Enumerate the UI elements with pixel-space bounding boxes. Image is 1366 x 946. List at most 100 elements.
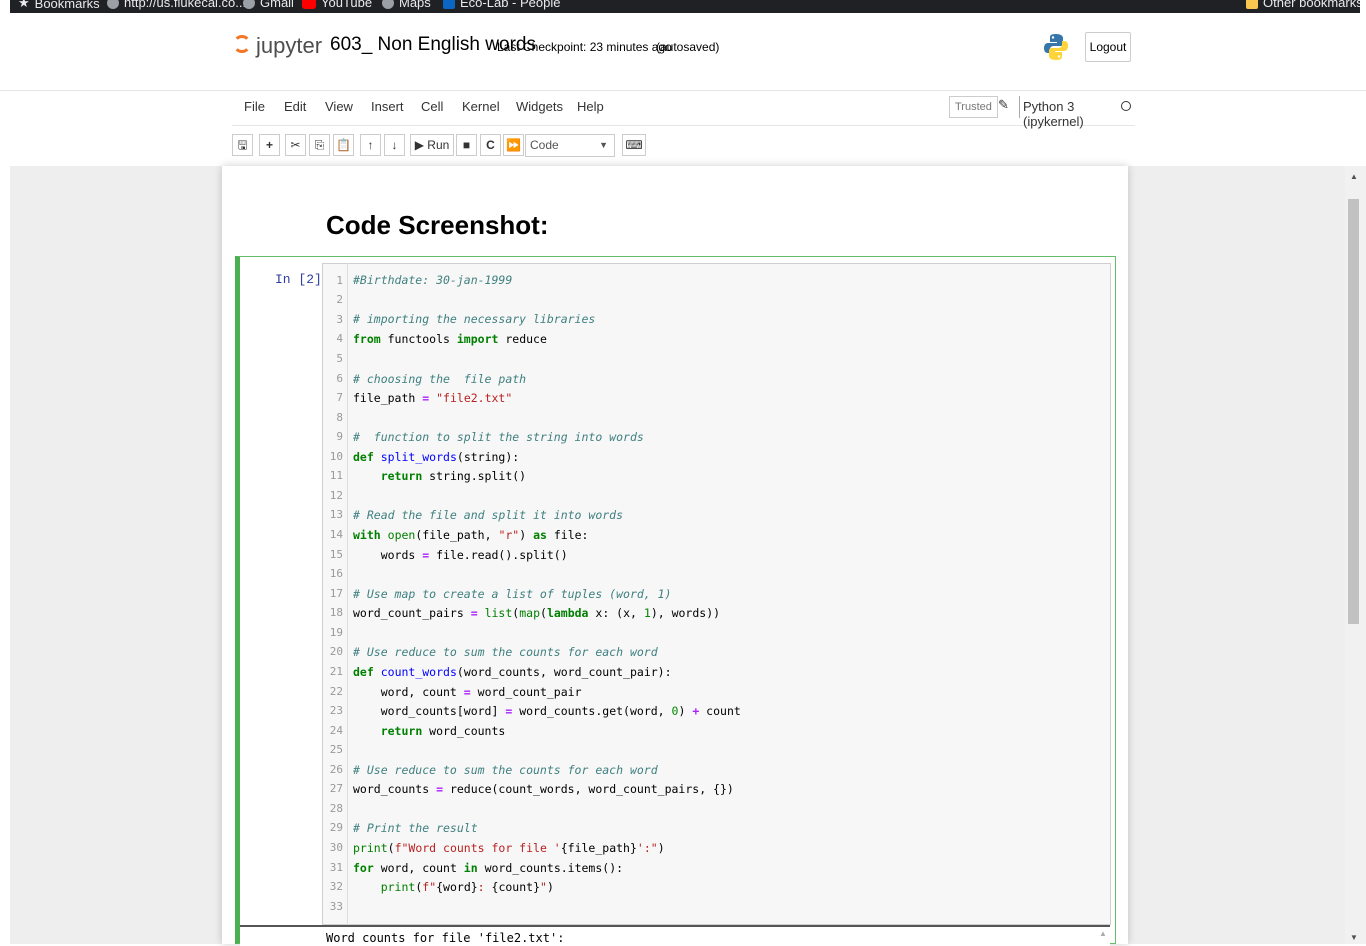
- globe-icon: [243, 0, 255, 9]
- line-number: 6: [336, 372, 343, 385]
- cell-output-text: Word counts for file 'file2.txt':: [326, 931, 565, 945]
- line-number: 9: [336, 430, 343, 443]
- globe-icon: [107, 0, 119, 9]
- line-number: 15: [329, 548, 343, 561]
- markdown-heading[interactable]: Code Screenshot:: [326, 210, 549, 241]
- line-number: 29: [329, 821, 343, 834]
- line-number: 3: [336, 313, 343, 326]
- bookmark-flukecal[interactable]: http://us.flukecal.co...: [107, 0, 246, 10]
- line-number: 28: [329, 802, 343, 815]
- bookmark-bookmarks[interactable]: ★ Bookmarks: [18, 0, 100, 11]
- line-number: 20: [329, 645, 343, 658]
- code-line: # Read the file and split it into words: [353, 508, 624, 522]
- pencil-icon[interactable]: ✎: [998, 97, 1009, 113]
- add-cell-icon[interactable]: +: [259, 134, 280, 156]
- line-number: 4: [336, 332, 343, 345]
- menu-widgets[interactable]: Widgets: [516, 99, 563, 114]
- code-line: return word_counts: [380, 724, 506, 738]
- line-number: 10: [329, 450, 343, 463]
- line-number: 7: [336, 391, 343, 404]
- folder-icon: [1246, 0, 1258, 9]
- code-line: words = file.read().split(): [353, 548, 568, 562]
- cut-icon[interactable]: ✂: [285, 134, 306, 156]
- trusted-indicator[interactable]: Trusted: [949, 96, 998, 118]
- run-icon: ▶: [414, 138, 424, 152]
- kernel-name[interactable]: Python 3 (ipykernel): [1023, 99, 1135, 129]
- code-line: # Use map to create a list of tuples (wo…: [353, 587, 672, 601]
- bookmark-label: Maps: [399, 0, 431, 10]
- code-line: with open(file_path, "r") as file:: [353, 528, 589, 542]
- line-number: 14: [329, 528, 343, 541]
- bookmark-other[interactable]: Other bookmarks: [1246, 0, 1360, 10]
- line-number: 22: [329, 685, 343, 698]
- code-line: return string.split(): [380, 469, 527, 483]
- output-scroll-up-icon[interactable]: ▲: [1099, 929, 1107, 938]
- copy-icon[interactable]: ⎘: [309, 134, 330, 156]
- code-line: # Use reduce to sum the counts for each …: [353, 763, 658, 777]
- logout-button[interactable]: Logout: [1085, 32, 1131, 62]
- code-line: # importing the necessary libraries: [353, 312, 596, 326]
- menu-help[interactable]: Help: [577, 99, 604, 114]
- bookmarks-bar: ★ Bookmarks http://us.flukecal.co... Gma…: [10, 0, 1360, 13]
- interrupt-icon[interactable]: ■: [456, 134, 477, 156]
- chevron-down-icon: ▼: [599, 140, 608, 150]
- line-number: 23: [329, 704, 343, 717]
- line-number: 1: [336, 274, 343, 287]
- bookmark-label: Eco-Lab - People: [460, 0, 561, 10]
- line-number: 16: [329, 567, 343, 580]
- run-label: Run: [427, 138, 450, 152]
- cell-type-select[interactable]: Code ▼: [525, 134, 615, 157]
- jupyter-logo-text[interactable]: jupyter: [256, 33, 322, 59]
- save-icon[interactable]: 🖫: [232, 134, 253, 156]
- bookmark-label: Gmail: [260, 0, 294, 10]
- code-line: # function to split the string into word…: [353, 430, 644, 444]
- code-line: word_counts[word] = word_counts.get(word…: [353, 704, 741, 718]
- code-line: word, count = word_count_pair: [353, 685, 582, 699]
- line-number: 5: [336, 352, 343, 365]
- bookmark-label: Bookmarks: [34, 0, 100, 11]
- line-number: 8: [336, 411, 343, 424]
- cell-type-value: Code: [530, 138, 559, 152]
- jupyter-logo-icon[interactable]: [233, 35, 251, 53]
- code-line: file_path = "file2.txt": [353, 391, 513, 405]
- run-button[interactable]: ▶ Run: [410, 134, 454, 156]
- bookmark-label: http://us.flukecal.co...: [124, 0, 247, 10]
- paste-icon[interactable]: 📋: [333, 134, 354, 156]
- line-number: 32: [329, 880, 343, 893]
- move-up-icon[interactable]: ↑: [360, 134, 381, 156]
- bookmark-maps[interactable]: Maps: [382, 0, 431, 10]
- code-line: # choosing the file path: [353, 372, 527, 386]
- menu-view[interactable]: View: [325, 99, 353, 114]
- line-number: 13: [329, 508, 343, 521]
- code-line: # Print the result: [353, 821, 478, 835]
- bookmark-youtube[interactable]: YouTube: [302, 0, 372, 10]
- line-number: 17: [329, 587, 343, 600]
- line-number: 30: [329, 841, 343, 854]
- scrollbar-thumb[interactable]: [1348, 199, 1359, 624]
- menu-cell[interactable]: Cell: [421, 99, 443, 114]
- bookmark-ecolab[interactable]: Eco-Lab - People: [443, 0, 560, 10]
- line-number: 2: [336, 293, 343, 306]
- menu-edit[interactable]: Edit: [284, 99, 306, 114]
- move-down-icon[interactable]: ↓: [384, 134, 405, 156]
- fast-forward-icon[interactable]: ⏩: [503, 134, 524, 156]
- code-line: def count_words(word_counts, word_count_…: [353, 665, 672, 679]
- menubar: File Edit View Insert Cell Kernel Widget…: [232, 90, 1135, 129]
- scroll-down-icon[interactable]: ▼: [1350, 933, 1358, 942]
- autosave-status: (autosaved): [656, 40, 720, 54]
- kernel-idle-icon: [1121, 101, 1131, 111]
- restart-icon[interactable]: C: [480, 134, 501, 156]
- line-number: 24: [329, 724, 343, 737]
- menu-insert[interactable]: Insert: [371, 99, 404, 114]
- menu-kernel[interactable]: Kernel: [462, 99, 500, 114]
- scroll-up-icon[interactable]: ▲: [1350, 172, 1358, 181]
- keyboard-icon[interactable]: ⌨: [622, 134, 646, 156]
- menu-file[interactable]: File: [244, 99, 265, 114]
- line-number: 19: [329, 626, 343, 639]
- line-number-gutter: 1 2 3 4 5 6 7 8 9 10 11 12 13 14 15 16 1…: [322, 263, 348, 925]
- code-line: word_counts = reduce(count_words, word_c…: [353, 782, 734, 796]
- code-line: print(f"Word counts for file '{file_path…: [353, 841, 665, 855]
- bookmark-label: YouTube: [321, 0, 373, 10]
- bookmark-gmail[interactable]: Gmail: [243, 0, 294, 10]
- code-line: #Birthdate: 30-jan-1999: [353, 273, 513, 287]
